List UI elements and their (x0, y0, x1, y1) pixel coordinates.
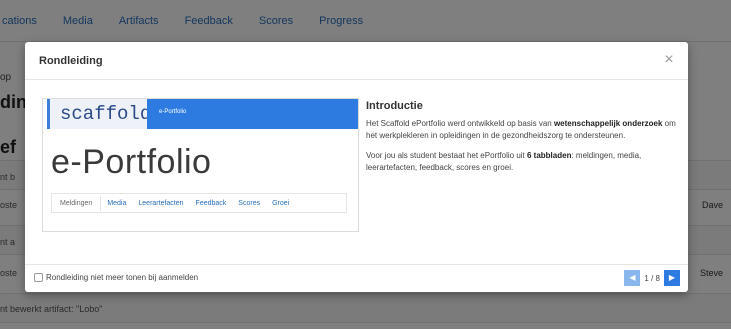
tour-modal: Rondleiding × scaffold e-Portfolio e-Por… (25, 42, 688, 292)
hide-tour-checkbox-label[interactable]: Rondleiding niet meer tonen bij aanmelde… (46, 273, 198, 282)
close-icon[interactable]: × (660, 51, 678, 69)
scaffold-logo: scaffold (60, 103, 152, 125)
intro-section: Introductie Het Scaffold ePortfolio werd… (366, 100, 678, 182)
brand-bar: scaffold e-Portfolio (43, 99, 358, 129)
page-indicator: 1 / 8 (644, 273, 660, 283)
logo-area: scaffold (47, 99, 151, 129)
chevron-left-icon[interactable]: ◀ (624, 270, 641, 286)
intro-paragraph-2: Voor jou als student bestaat het ePortfo… (366, 151, 642, 172)
preview-tab-groei: Groei (272, 199, 290, 207)
brand-tab-label: e-Portfolio (159, 109, 187, 115)
intro-heading: Introductie (366, 100, 423, 112)
chevron-right-icon[interactable]: ▶ (664, 270, 680, 286)
preview-image: scaffold e-Portfolio e-Portfolio Melding… (42, 98, 359, 232)
tour-pager: ◀ 1 / 8 ▶ (624, 270, 680, 286)
brand-header-blue: e-Portfolio (147, 99, 358, 129)
preview-tab-scores: Scores (238, 199, 261, 207)
preview-tab-leerartefacten: Leerartefacten (138, 199, 184, 207)
hide-tour-checkbox[interactable] (34, 273, 43, 282)
preview-tab-meldingen: Meldingen (52, 195, 102, 211)
preview-tab-media: Media (107, 199, 127, 207)
preview-tab-feedback: Feedback (195, 199, 227, 207)
intro-paragraph-1: Het Scaffold ePortfolio werd ontwikkeld … (366, 119, 676, 140)
preview-tabs: Meldingen Media Leerartefacten Feedback … (51, 193, 347, 213)
modal-title: Rondleiding (39, 55, 103, 67)
hide-tour-checkbox-wrap[interactable]: Rondleiding niet meer tonen bij aanmelde… (34, 273, 198, 282)
preview-big-title: e-Portfolio (51, 143, 212, 181)
modal-header: Rondleiding × (25, 42, 688, 80)
modal-footer: Rondleiding niet meer tonen bij aanmelde… (25, 264, 688, 292)
